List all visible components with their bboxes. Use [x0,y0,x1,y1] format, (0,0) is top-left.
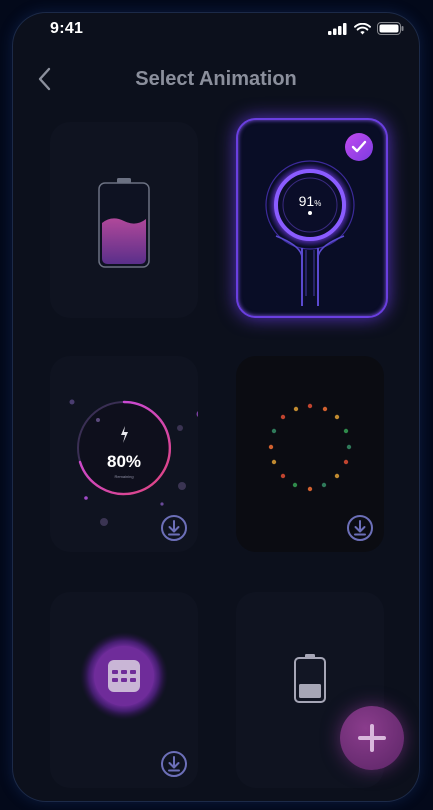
checkmark-icon [351,140,367,153]
animation-card-battery-fill[interactable] [50,122,198,318]
phone-frame: 9:41 Select Animation 91% 80% Remaining [12,12,420,802]
battery-fill-preview [98,178,150,268]
download-icon[interactable] [346,514,374,542]
ring-91-label: 91% [236,193,384,209]
animation-card-ring-80[interactable]: 80% Remaining [50,356,204,552]
ring-91-unit: % [314,199,322,208]
selected-check-badge [345,133,373,161]
ring-80-value: 80% [106,452,142,471]
animation-card-dots-circle[interactable] [236,356,384,552]
ring-80-subtitle: Remaining [114,474,134,479]
animation-card-ring-91[interactable]: 91% [236,118,388,318]
plus-icon [358,724,386,752]
download-icon[interactable] [160,750,188,778]
download-icon[interactable] [160,514,188,542]
ring-91-value: 91 [298,193,315,209]
add-animation-button[interactable] [340,706,404,770]
animation-grid: 91% 80% Remaining [12,12,420,802]
animation-card-keypad-glow[interactable] [50,592,198,788]
